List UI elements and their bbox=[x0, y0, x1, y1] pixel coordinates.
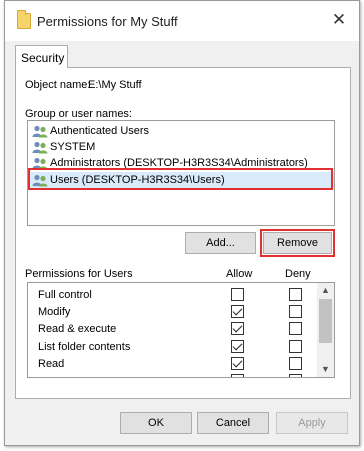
remove-button[interactable]: Remove bbox=[263, 232, 332, 254]
permission-row-list-folder-contents: List folder contents bbox=[28, 338, 318, 355]
list-item-authenticated-users[interactable]: Authenticated Users bbox=[28, 123, 334, 140]
permissions-list[interactable]: Full control Modify Read & execute List … bbox=[27, 282, 335, 378]
users-group-icon bbox=[32, 141, 48, 154]
permission-name: Full control bbox=[38, 289, 92, 301]
scroll-up-icon[interactable]: ▲ bbox=[317, 283, 334, 298]
allow-checkbox[interactable] bbox=[231, 288, 244, 301]
deny-checkbox[interactable] bbox=[289, 305, 302, 318]
permission-row-full-control: Full control bbox=[28, 286, 318, 303]
users-group-icon bbox=[32, 174, 48, 187]
users-group-icon bbox=[32, 125, 48, 138]
close-button[interactable]: ✕ bbox=[329, 10, 349, 30]
permissions-scrollbar[interactable]: ▲ ▼ bbox=[317, 283, 334, 377]
permission-name: List folder contents bbox=[38, 341, 131, 353]
add-button[interactable]: Add... bbox=[185, 232, 256, 254]
close-icon: ✕ bbox=[331, 10, 347, 29]
title-bar: Permissions for My Stuff ✕ bbox=[5, 1, 359, 41]
user-name: Administrators (DESKTOP-H3R3S34\Administ… bbox=[50, 157, 308, 169]
permissions-label: Permissions for Users bbox=[25, 268, 133, 280]
permission-row-read: Read bbox=[28, 355, 318, 372]
allow-checkbox[interactable] bbox=[231, 374, 244, 377]
tab-security-label: Security bbox=[21, 51, 65, 65]
list-item-users[interactable]: Users (DESKTOP-H3R3S34\Users) bbox=[28, 172, 334, 189]
tab-security[interactable]: Security bbox=[15, 45, 68, 68]
user-name: Users (DESKTOP-H3R3S34\Users) bbox=[50, 174, 225, 186]
folder-icon bbox=[17, 10, 31, 29]
window-title: Permissions for My Stuff bbox=[37, 14, 178, 29]
group-names-label: Group or user names: bbox=[25, 108, 132, 120]
permission-row-modify: Modify bbox=[28, 303, 318, 320]
scroll-thumb[interactable] bbox=[319, 299, 332, 343]
permission-name: Read bbox=[38, 358, 65, 370]
deny-checkbox[interactable] bbox=[289, 357, 302, 370]
deny-checkbox[interactable] bbox=[289, 288, 302, 301]
permission-name: Modify bbox=[38, 306, 71, 318]
permission-row-partial bbox=[28, 372, 318, 377]
apply-button[interactable]: Apply bbox=[276, 412, 348, 434]
object-name-label: Object name: bbox=[25, 79, 91, 91]
permission-name: Read & execute bbox=[38, 323, 117, 335]
deny-checkbox[interactable] bbox=[289, 340, 302, 353]
allow-checkbox[interactable] bbox=[231, 322, 244, 335]
allow-checkbox[interactable] bbox=[231, 305, 244, 318]
allow-checkbox[interactable] bbox=[231, 357, 244, 370]
group-user-list[interactable]: Authenticated Users SYSTEM Administrator… bbox=[27, 120, 335, 226]
list-item-administrators[interactable]: Administrators (DESKTOP-H3R3S34\Administ… bbox=[28, 155, 334, 172]
user-name: SYSTEM bbox=[50, 141, 96, 153]
cancel-button[interactable]: Cancel bbox=[197, 412, 269, 434]
deny-checkbox[interactable] bbox=[289, 374, 302, 377]
list-item-system[interactable]: SYSTEM bbox=[28, 139, 334, 156]
deny-column-header: Deny bbox=[285, 268, 311, 280]
object-name-value: E:\My Stuff bbox=[88, 79, 142, 91]
allow-column-header: Allow bbox=[226, 268, 253, 280]
user-name: Authenticated Users bbox=[50, 125, 150, 137]
deny-checkbox[interactable] bbox=[289, 322, 302, 335]
permission-row-read-execute: Read & execute bbox=[28, 320, 318, 337]
users-group-icon bbox=[32, 157, 48, 170]
scroll-down-icon[interactable]: ▼ bbox=[317, 362, 334, 377]
ok-button[interactable]: OK bbox=[120, 412, 192, 434]
allow-checkbox[interactable] bbox=[231, 340, 244, 353]
